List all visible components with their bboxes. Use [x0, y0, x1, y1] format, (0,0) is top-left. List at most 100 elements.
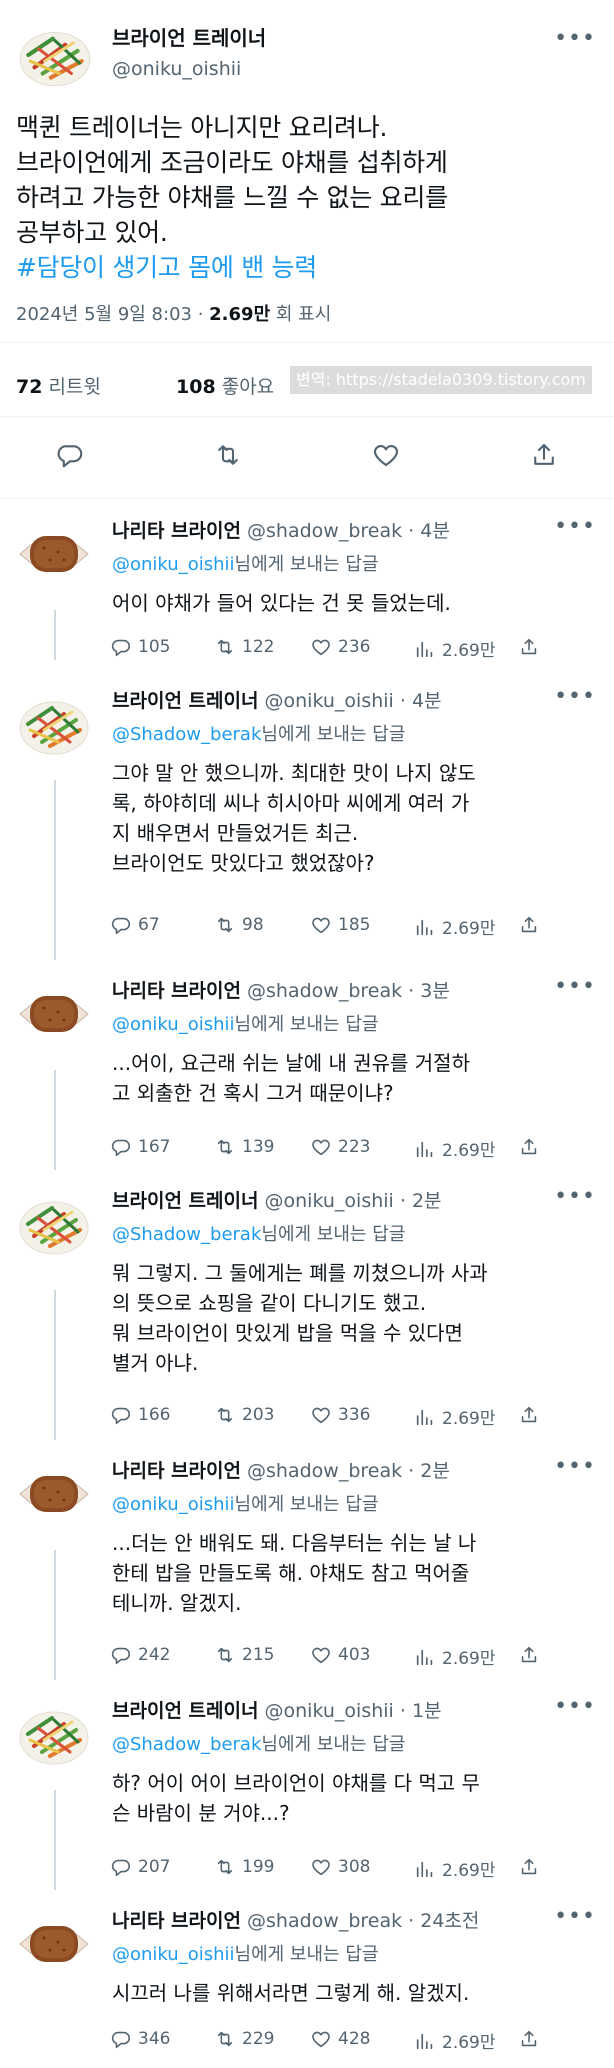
- more-options-icon[interactable]: •••: [554, 1184, 596, 1209]
- reply-avatar[interactable]: [14, 1454, 94, 1534]
- reply-author-name[interactable]: 나리타 브라이언: [112, 1460, 241, 1482]
- reply-icon[interactable]: [110, 914, 132, 936]
- reply-author-name[interactable]: 브라이언 트레이너: [112, 1700, 258, 1722]
- divider: [0, 416, 614, 417]
- like-icon[interactable]: [310, 636, 332, 658]
- reply-author-handle[interactable]: @oniku_oishii · 1분: [265, 1700, 442, 1722]
- like-count: 308: [338, 1857, 371, 1877]
- tweet-date[interactable]: 2024년 5월 9일 8:03 ·: [16, 304, 209, 325]
- tweet-line: 하려고 가능한 야채를 느낄 수 없는 요리를: [16, 183, 448, 212]
- author-name[interactable]: 브라이언 트레이너: [112, 22, 266, 51]
- reply-author-handle[interactable]: @shadow_break · 2분: [247, 1460, 450, 1482]
- reply-icon[interactable]: [110, 1644, 132, 1666]
- reply-tweet[interactable]: 브라이언 트레이너 @oniku_oishii · 4분 ••• @Shadow…: [0, 670, 614, 970]
- reply-author-handle[interactable]: @oniku_oishii · 4분: [265, 690, 442, 712]
- reply-icon[interactable]: [110, 1136, 132, 1158]
- reply-avatar[interactable]: [14, 974, 94, 1054]
- tweet-meta: 2024년 5월 9일 8:03 · 2.69만 회 표시: [16, 300, 331, 326]
- reply-to-handle[interactable]: @oniku_oishii: [112, 1014, 235, 1035]
- like-icon[interactable]: [310, 2028, 332, 2050]
- retweet-icon[interactable]: [214, 1404, 236, 1426]
- author-handle[interactable]: @oniku_oishii: [112, 58, 241, 80]
- like-count: 223: [338, 1137, 371, 1157]
- like-stat[interactable]: 108 좋아요: [176, 372, 274, 399]
- share-icon[interactable]: [518, 1404, 540, 1426]
- reply-to-handle[interactable]: @Shadow_berak: [112, 1224, 261, 1245]
- retweet-icon[interactable]: [213, 440, 243, 470]
- retweet-icon[interactable]: [214, 636, 236, 658]
- reply-to-handle[interactable]: @Shadow_berak: [112, 724, 261, 745]
- views-icon[interactable]: [414, 1646, 436, 1668]
- reply-to-handle[interactable]: @oniku_oishii: [112, 1494, 235, 1515]
- like-icon[interactable]: [310, 1644, 332, 1666]
- retweet-icon[interactable]: [214, 1644, 236, 1666]
- like-icon[interactable]: [310, 1856, 332, 1878]
- more-options-icon[interactable]: •••: [554, 1904, 596, 1929]
- share-icon[interactable]: [518, 2028, 540, 2050]
- more-options-icon[interactable]: •••: [554, 974, 596, 999]
- reply-tweet[interactable]: 브라이언 트레이너 @oniku_oishii · 1분 ••• @Shadow…: [0, 1680, 614, 1890]
- reply-icon[interactable]: [110, 636, 132, 658]
- author-avatar[interactable]: [14, 14, 96, 96]
- share-icon[interactable]: [529, 440, 559, 470]
- share-icon[interactable]: [518, 914, 540, 936]
- reply-avatar[interactable]: [14, 684, 94, 764]
- reply-icon[interactable]: [110, 2028, 132, 2050]
- reply-author-name[interactable]: 브라이언 트레이너: [112, 690, 258, 712]
- reply-actions: 166 203 336 2.69만: [110, 1404, 550, 1434]
- reply-author-name[interactable]: 나리타 브라이언: [112, 1910, 241, 1932]
- views-icon[interactable]: [414, 1138, 436, 1160]
- views-icon[interactable]: [414, 1406, 436, 1428]
- reply-avatar[interactable]: [14, 514, 94, 594]
- reply-author-name[interactable]: 나리타 브라이언: [112, 980, 241, 1002]
- like-icon[interactable]: [310, 1136, 332, 1158]
- reply-avatar[interactable]: [14, 1904, 94, 1984]
- reply-tweet[interactable]: 나리타 브라이언 @shadow_break · 24초전 ••• @oniku…: [0, 1890, 614, 2068]
- hashtag-link[interactable]: #담당이 생기고 몸에 밴 능력: [16, 250, 606, 285]
- more-options-icon[interactable]: •••: [554, 1694, 596, 1719]
- retweet-icon[interactable]: [214, 1136, 236, 1158]
- like-icon[interactable]: [310, 914, 332, 936]
- reply-author-handle[interactable]: @shadow_break · 24초전: [247, 1910, 479, 1932]
- views-count: 2.69만: [442, 1861, 496, 1881]
- reply-text: 그야 말 안 했으니까. 최대한 맛이 나지 않도 록, 하야히데 씨나 히시아…: [112, 761, 476, 875]
- share-icon[interactable]: [518, 1136, 540, 1158]
- more-options-icon[interactable]: •••: [554, 1454, 596, 1479]
- reply-to-handle[interactable]: @oniku_oishii: [112, 554, 235, 575]
- more-options-icon[interactable]: •••: [554, 26, 596, 51]
- reply-author-handle[interactable]: @oniku_oishii · 2분: [265, 1190, 442, 1212]
- views-icon[interactable]: [414, 2030, 436, 2052]
- share-icon[interactable]: [518, 1856, 540, 1878]
- views-count: 2.69만: [442, 2033, 496, 2053]
- reply-tweet[interactable]: 나리타 브라이언 @shadow_break · 3분 ••• @oniku_o…: [0, 960, 614, 1170]
- reply-avatar[interactable]: [14, 1694, 94, 1774]
- retweet-icon[interactable]: [214, 1856, 236, 1878]
- reply-icon[interactable]: [110, 1856, 132, 1878]
- reply-text: ...어이, 요근래 쉬는 날에 내 권유를 거절하 고 외출한 건 혹시 그거…: [112, 1051, 470, 1105]
- more-options-icon[interactable]: •••: [554, 684, 596, 709]
- retweet-stat[interactable]: 72 리트윗: [16, 372, 101, 399]
- reply-author-name[interactable]: 브라이언 트레이너: [112, 1190, 258, 1212]
- retweet-icon[interactable]: [214, 2028, 236, 2050]
- like-icon[interactable]: [310, 1404, 332, 1426]
- more-options-icon[interactable]: •••: [554, 514, 596, 539]
- reply-to-handle[interactable]: @Shadow_berak: [112, 1734, 261, 1755]
- views-icon[interactable]: [414, 916, 436, 938]
- reply-tweet[interactable]: 나리타 브라이언 @shadow_break · 4분 ••• @oniku_o…: [0, 500, 614, 670]
- views-icon[interactable]: [414, 1858, 436, 1880]
- views-icon[interactable]: [414, 638, 436, 660]
- share-icon[interactable]: [518, 636, 540, 658]
- reply-to-handle[interactable]: @oniku_oishii: [112, 1944, 235, 1965]
- like-icon[interactable]: [371, 440, 401, 470]
- reply-tweet[interactable]: 브라이언 트레이너 @oniku_oishii · 2분 ••• @Shadow…: [0, 1170, 614, 1450]
- reply-author-name[interactable]: 나리타 브라이언: [112, 520, 241, 542]
- reply-icon[interactable]: [55, 440, 85, 470]
- tweet-line: 브라이언에게 조금이라도 야채를 섭취하게: [16, 148, 448, 177]
- reply-tweet[interactable]: 나리타 브라이언 @shadow_break · 2분 ••• @oniku_o…: [0, 1440, 614, 1680]
- share-icon[interactable]: [518, 1644, 540, 1666]
- reply-avatar[interactable]: [14, 1184, 94, 1264]
- reply-author-handle[interactable]: @shadow_break · 4분: [247, 520, 450, 542]
- retweet-icon[interactable]: [214, 914, 236, 936]
- reply-author-handle[interactable]: @shadow_break · 3분: [247, 980, 450, 1002]
- reply-icon[interactable]: [110, 1404, 132, 1426]
